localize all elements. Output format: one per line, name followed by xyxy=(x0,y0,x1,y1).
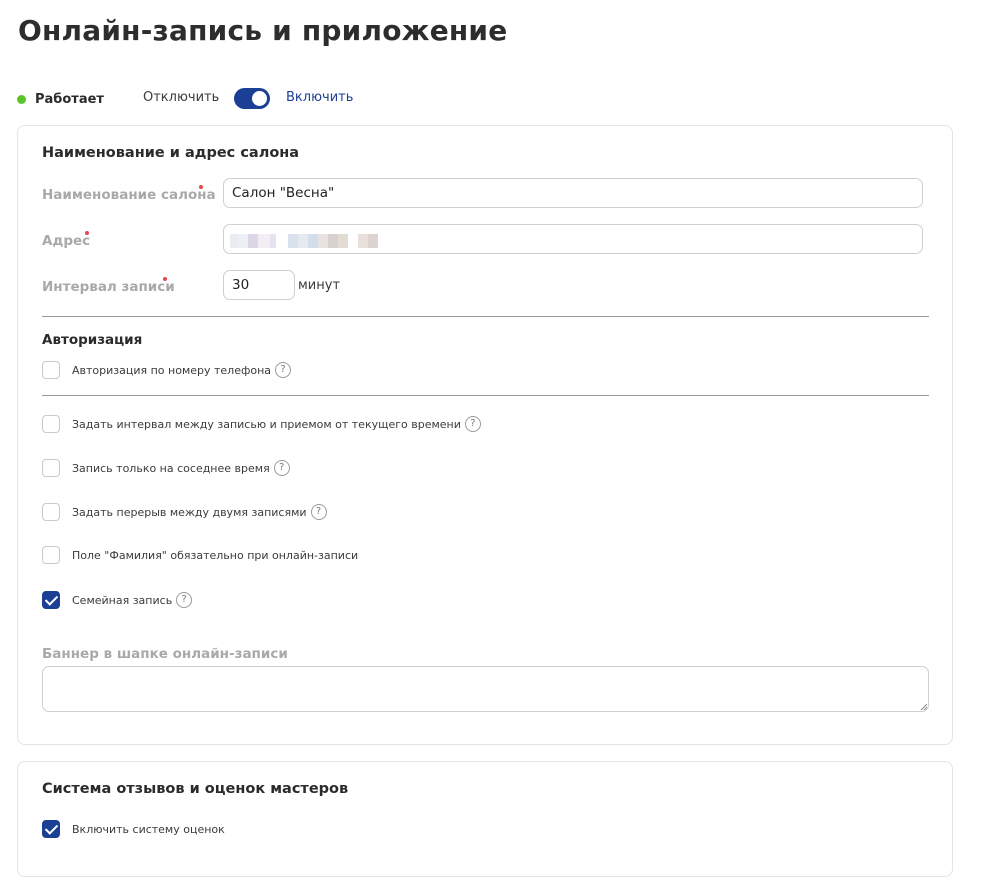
adjacent-time-label: Запись только на соседнее время xyxy=(72,461,270,475)
interval-label: Интервал записи xyxy=(42,279,175,295)
required-marker xyxy=(199,185,203,189)
salon-section-title: Наименование и адрес салона xyxy=(42,145,300,161)
question-mark-icon[interactable]: ? xyxy=(310,504,327,520)
status-dot-icon xyxy=(17,94,26,104)
option-row-interval: Задать интервал между записью и приемом … xyxy=(42,414,481,434)
phone-auth-checkbox[interactable] xyxy=(42,361,60,379)
resize-handle-icon[interactable] xyxy=(920,703,928,711)
auth-section-title: Авторизация xyxy=(42,332,143,348)
toggle-on-label[interactable]: Включить xyxy=(286,90,353,105)
question-mark-icon[interactable]: ? xyxy=(275,362,292,378)
divider xyxy=(42,395,929,396)
status-indicator: Работает xyxy=(17,88,104,110)
enable-ratings-checkbox[interactable] xyxy=(42,820,60,838)
question-mark-icon[interactable]: ? xyxy=(176,592,193,608)
option-row-ratings: Включить систему оценок xyxy=(42,819,225,839)
reviews-card: Система отзывов и оценок мастеров Включи… xyxy=(17,761,953,877)
online-booking-toggle[interactable] xyxy=(234,88,270,109)
interval-input[interactable] xyxy=(223,270,295,300)
toggle-off-label[interactable]: Отключить xyxy=(143,90,219,105)
break-option-label: Задать перерыв между двумя записями xyxy=(72,505,307,519)
interval-option-checkbox[interactable] xyxy=(42,415,60,433)
status-text: Работает xyxy=(35,91,104,107)
option-row-break: Задать перерыв между двумя записями ? xyxy=(42,502,327,522)
toggle-knob xyxy=(252,91,267,106)
banner-label: Баннер в шапке онлайн-записи xyxy=(42,646,288,662)
question-mark-icon[interactable]: ? xyxy=(273,460,290,476)
option-row-adjacent: Запись только на соседнее время ? xyxy=(42,458,290,478)
address-redacted xyxy=(230,234,378,248)
salon-name-input[interactable] xyxy=(223,178,923,208)
banner-textarea[interactable] xyxy=(42,666,929,712)
address-label: Адрес xyxy=(42,233,91,249)
family-booking-checkbox[interactable] xyxy=(42,591,60,609)
option-row-family: Семейная запись ? xyxy=(42,590,193,610)
required-marker xyxy=(85,231,89,235)
interval-unit: минут xyxy=(298,278,341,293)
enable-ratings-label: Включить систему оценок xyxy=(72,822,225,836)
reviews-section-title: Система отзывов и оценок мастеров xyxy=(42,781,349,797)
salon-name-label: Наименование салона xyxy=(42,187,216,203)
option-row-surname: Поле "Фамилия" обязательно при онлайн-за… xyxy=(42,545,358,565)
page-title: Онлайн-запись и приложение xyxy=(18,14,508,47)
question-mark-icon[interactable]: ? xyxy=(464,416,481,432)
surname-required-label: Поле "Фамилия" обязательно при онлайн-за… xyxy=(72,548,359,562)
family-booking-label: Семейная запись xyxy=(72,593,173,607)
surname-required-checkbox[interactable] xyxy=(42,546,60,564)
option-row-phone-auth: Авторизация по номеру телефона ? xyxy=(42,360,292,380)
required-marker xyxy=(163,277,167,281)
interval-option-label: Задать интервал между записью и приемом … xyxy=(72,417,461,431)
break-option-checkbox[interactable] xyxy=(42,503,60,521)
adjacent-time-checkbox[interactable] xyxy=(42,459,60,477)
salon-settings-card: Наименование и адрес салона Наименование… xyxy=(17,125,953,745)
divider xyxy=(42,316,929,317)
phone-auth-label: Авторизация по номеру телефона xyxy=(72,363,272,377)
